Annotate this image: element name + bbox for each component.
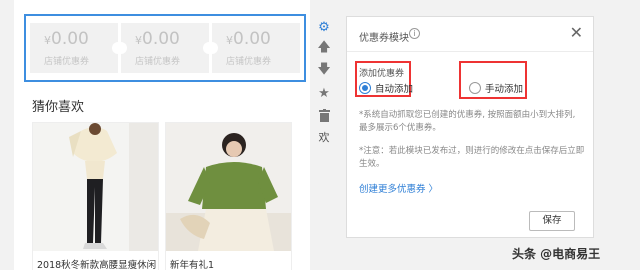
module-toolbar: ⚙ 🡅 🡇 ★ 欢 [313, 16, 335, 156]
publish-note: *注意：若此模块已发布过，则进行的修改在点击保存后立即生效。 [359, 146, 585, 169]
coupon-card: ¥0.00 店铺优惠券 [30, 23, 124, 73]
product-name: 2018秋冬新款高腰显瘦休闲 [37, 260, 157, 270]
coupon-card: ¥0.00 店铺优惠券 [206, 23, 300, 73]
coupon-label: 店铺优惠券 [226, 57, 272, 67]
close-icon[interactable]: ✕ [570, 23, 583, 42]
move-up-icon[interactable]: 🡅 [313, 38, 335, 60]
guess-you-like-title: 猜你喜欢 [32, 100, 85, 115]
panel-divider [347, 51, 593, 52]
coupon-amount: ¥0.00 [226, 29, 271, 49]
watermark: 头条 @电商易王 [512, 247, 601, 261]
radio-selected-icon [359, 82, 371, 94]
coupon-label: 店铺优惠券 [44, 57, 90, 67]
panel-title: 优惠券模块 [359, 33, 409, 44]
product-image [33, 123, 158, 251]
coupon-notch [206, 42, 218, 54]
auto-add-radio[interactable]: 自动添加 [359, 81, 413, 95]
move-down-icon[interactable]: 🡇 [313, 60, 335, 82]
coupon-amount: ¥0.00 [44, 29, 89, 49]
manual-add-label: 手动添加 [485, 84, 524, 95]
settings-gear-icon[interactable]: ⚙ [313, 16, 335, 38]
coupon-module[interactable]: ¥0.00 店铺优惠券 ¥0.00 店铺优惠券 ¥0.00 店铺优惠券 [24, 14, 306, 82]
star-icon[interactable]: ★ [313, 82, 335, 104]
save-button[interactable]: 保存 [529, 211, 575, 231]
create-more-coupons-link[interactable]: 创建更多优惠券 〉 [359, 181, 438, 195]
info-icon[interactable]: i [409, 28, 420, 39]
product-card[interactable]: 2018秋冬新款高腰显瘦休闲 [32, 122, 159, 270]
add-coupon-label: 添加优惠券 [359, 69, 405, 79]
manual-add-radio[interactable]: 手动添加 [469, 81, 523, 95]
toolbar-text-button[interactable]: 欢 [313, 126, 335, 148]
product-image [166, 123, 291, 251]
shop-preview: ¥0.00 店铺优惠券 ¥0.00 店铺优惠券 ¥0.00 店铺优惠券 猜你喜欢 [14, 0, 310, 270]
auto-fetch-note: *系统自动抓取您已创建的优惠券, 按照面额由小到大排列, 最多展示6个优惠券。 [359, 110, 576, 133]
coupon-amount: ¥0.00 [135, 29, 180, 49]
radio-unselected-icon [469, 82, 481, 94]
auto-add-label: 自动添加 [375, 84, 414, 95]
coupon-label: 店铺优惠券 [135, 57, 181, 67]
delete-trash-icon[interactable] [313, 104, 335, 126]
product-card[interactable]: 新年有礼1 [165, 122, 292, 270]
coupon-notch [115, 42, 127, 54]
product-name: 新年有礼1 [170, 260, 215, 270]
product-list: 2018秋冬新款高腰显瘦休闲 新年有礼1 [32, 122, 310, 270]
coupon-card: ¥0.00 店铺优惠券 [115, 23, 215, 73]
coupon-settings-panel: 优惠券模块 i ✕ 添加优惠券 自动添加 手动添加 *系统自动抓取您已创建的优惠… [346, 16, 594, 238]
